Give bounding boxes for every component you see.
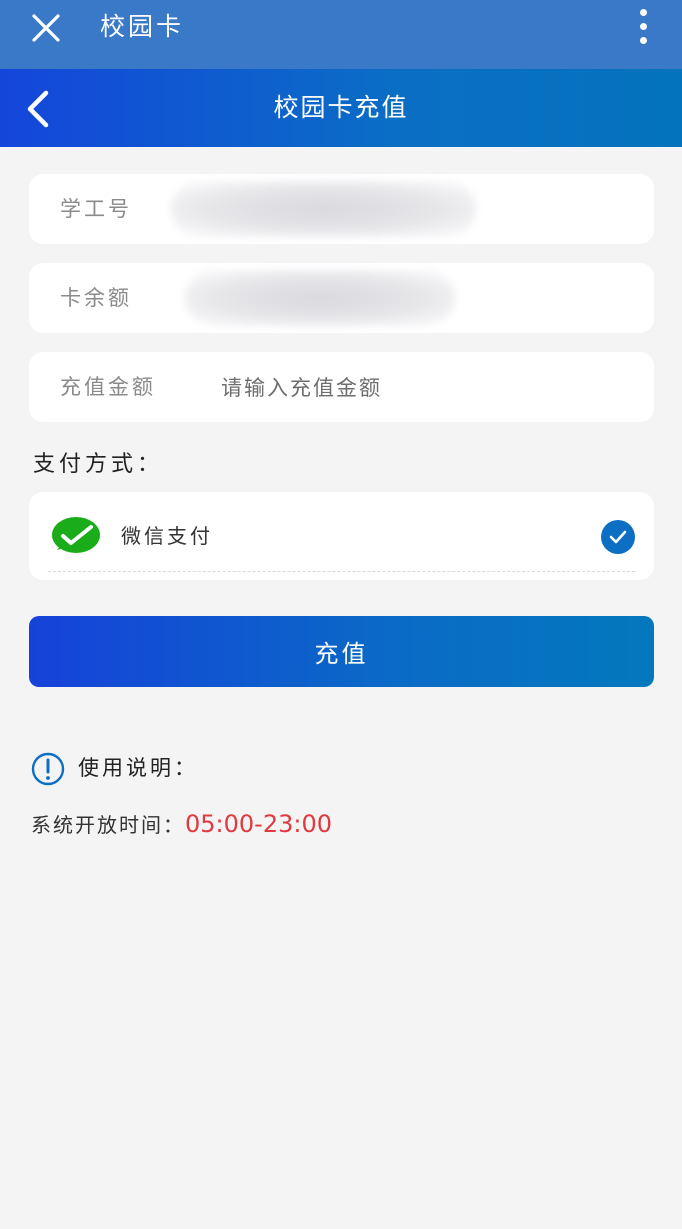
open-hours-value: 05:00-23:00 <box>185 810 332 838</box>
redacted-student-id <box>171 181 476 237</box>
payment-method-label: 支付方式： <box>33 452 164 477</box>
wechat-pay-icon <box>52 517 100 553</box>
window-title: 校园卡 <box>100 12 185 41</box>
amount-input[interactable] <box>219 368 623 408</box>
amount-label: 充值金额 <box>60 375 156 399</box>
usage-notes-title: 使用说明： <box>78 756 198 780</box>
more-vertical-icon[interactable] <box>638 9 648 47</box>
student-id-label: 学工号 <box>60 197 132 221</box>
close-icon[interactable] <box>30 12 62 44</box>
open-hours-line: 系统开放时间：05:00-23:00 <box>31 808 332 841</box>
amount-field: 充值金额 <box>29 352 654 422</box>
wechat-pay-label: 微信支付 <box>121 524 213 548</box>
open-hours-label: 系统开放时间： <box>31 813 185 837</box>
selected-check-icon[interactable] <box>601 520 635 554</box>
page-header: 校园卡充值 <box>0 69 682 147</box>
balance-label: 卡余额 <box>60 286 132 310</box>
student-id-field: 学工号 <box>29 174 654 244</box>
app-top-bar: 校园卡 <box>0 0 682 69</box>
info-icon <box>31 752 65 786</box>
divider <box>48 571 635 572</box>
payment-option-wechat[interactable]: 微信支付 <box>29 492 654 580</box>
recharge-button[interactable]: 充值 <box>29 616 654 687</box>
balance-field: 卡余额 <box>29 263 654 333</box>
page-title: 校园卡充值 <box>273 93 409 122</box>
redacted-balance <box>185 270 455 326</box>
